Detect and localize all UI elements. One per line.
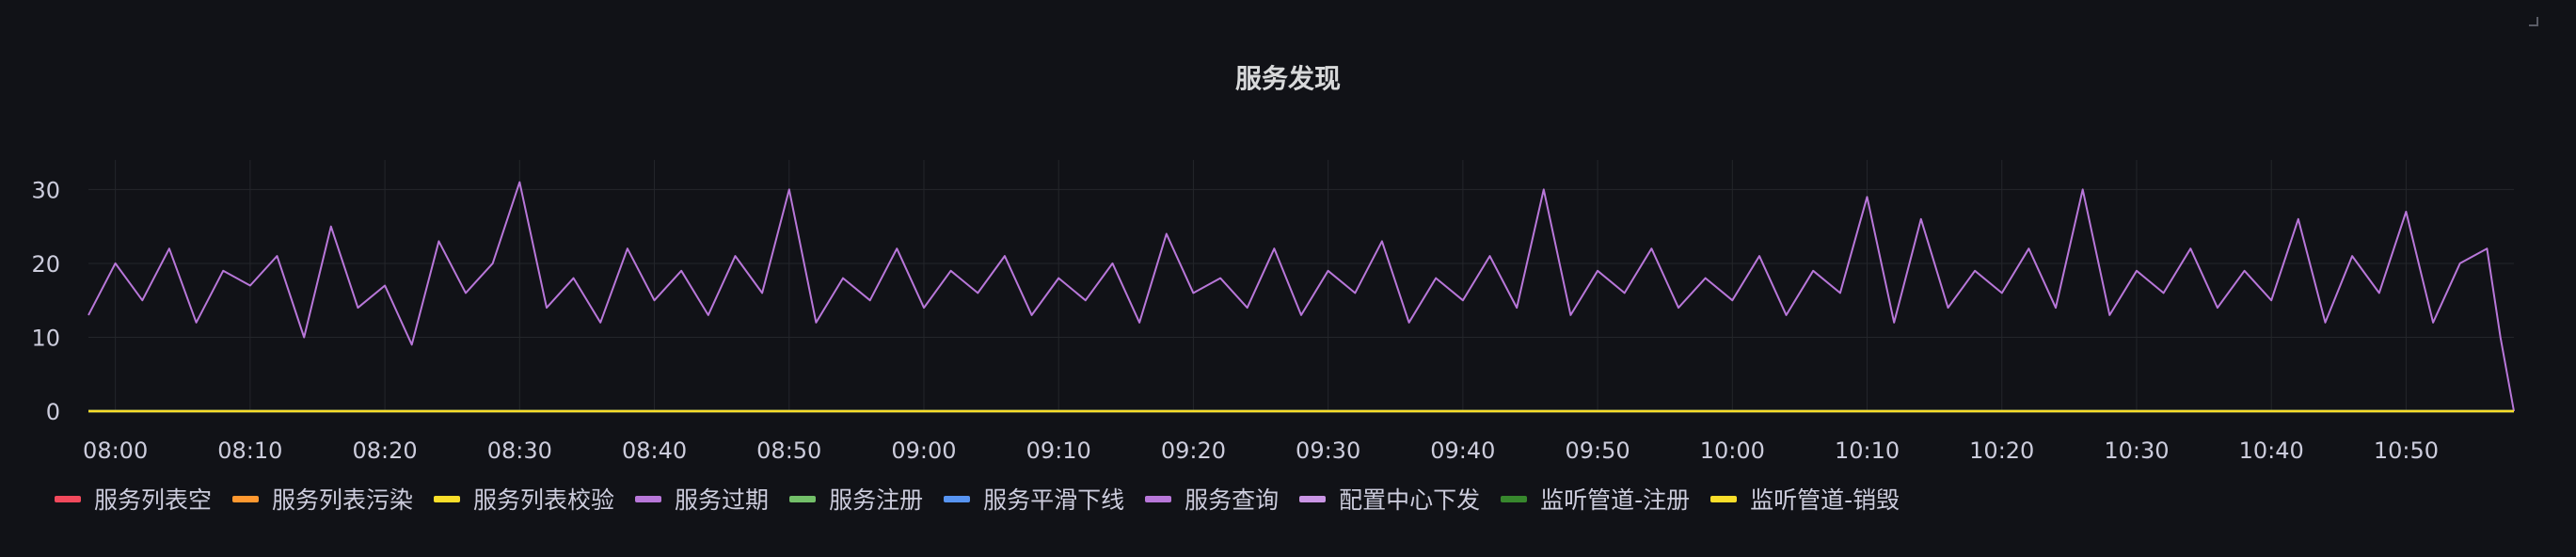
x-tick-label: 09:30 [1296,438,1360,464]
x-tick-label: 09:50 [1566,438,1630,464]
legend-item[interactable]: 服务列表校验 [434,482,614,516]
x-tick-label: 10:50 [2374,438,2439,464]
x-tick-label: 08:10 [217,438,282,464]
legend-label: 服务查询 [1185,486,1280,514]
legend-item[interactable]: 服务列表污染 [232,482,413,516]
legend-item[interactable]: 配置中心下发 [1299,482,1480,516]
legend-swatch [1501,495,1528,502]
legend-label: 服务列表污染 [272,486,414,514]
legend-swatch [434,495,461,502]
x-tick-label: 08:30 [487,438,552,464]
legend-label: 服务平滑下线 [983,486,1125,514]
legend-item[interactable]: 服务注册 [789,482,923,516]
chart-panel: 服务发现 0 10 20 30 08:00 08:10 08:20 08:30 08:40 08:… [0,0,2576,557]
x-tick-label: 08:40 [622,438,687,464]
y-tick-label: 30 [31,177,60,203]
legend-label: 服务过期 [675,486,770,514]
legend-swatch [1299,495,1327,502]
legend-label: 服务列表空 [94,486,213,514]
legend-label: 配置中心下发 [1339,486,1481,514]
x-tick-label: 10:00 [1700,438,1765,464]
legend-swatch [1145,495,1172,502]
x-tick-label: 09:40 [1430,438,1495,464]
chart-plot: 0 10 20 30 08:00 08:10 08:20 08:30 08:40 08:50 09:… [31,160,2515,464]
x-tick-label: 09:00 [891,438,956,464]
chart-legend: 服务列表空 服务列表污染 服务列表校验 服务过期 服务注册 服务平滑下线 服务查询 配置中心下… [55,480,1920,517]
legend-swatch [1710,495,1738,502]
legend-item[interactable]: 服务平滑下线 [944,482,1124,516]
legend-label: 监听管道-注册 [1540,486,1691,514]
legend-swatch [55,495,81,502]
legend-item[interactable]: 服务列表空 [55,482,212,516]
x-tick-label: 09:10 [1026,438,1091,464]
legend-swatch [944,495,971,502]
legend-label: 监听管道-销毁 [1750,486,1900,514]
legend-item[interactable]: 监听管道-注册 [1501,482,1690,516]
y-tick-label: 0 [46,399,60,425]
x-tick-label: 10:30 [2104,438,2169,464]
legend-swatch [789,495,817,502]
x-tick-label: 08:50 [756,438,821,464]
x-tick-label: 10:40 [2239,438,2304,464]
y-tick-label: 10 [31,325,60,351]
legend-item[interactable]: 监听管道-销毁 [1710,482,1900,516]
y-tick-label: 20 [31,251,60,278]
legend-item[interactable]: 服务查询 [1145,482,1279,516]
x-tick-label: 10:20 [1969,438,2034,464]
legend-swatch [635,495,662,502]
x-tick-label: 10:10 [1835,438,1900,464]
x-tick-label: 09:20 [1161,438,1226,464]
legend-label: 服务列表校验 [473,486,615,514]
legend-item[interactable]: 服务过期 [635,482,769,516]
legend-label: 服务注册 [829,486,924,514]
series-line-6 [87,181,2515,412]
legend-swatch [232,495,260,502]
x-tick-label: 08:00 [83,438,148,464]
x-tick-label: 08:20 [353,438,418,464]
